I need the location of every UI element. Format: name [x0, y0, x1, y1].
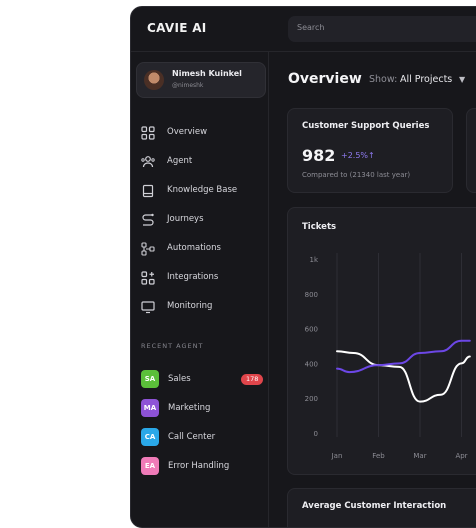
recent-agent-marketing[interactable]: MA Marketing [141, 399, 266, 419]
kpi-title: Customer Support Queries [302, 121, 430, 131]
agent-label: Sales [168, 374, 191, 384]
grid-icon [141, 126, 155, 140]
sidebar: Nimesh Kuinkel @nimeshk Overview Agent K… [131, 52, 269, 527]
y-tick-label: 600 [305, 326, 318, 334]
kpi-change: +2.5%↑ [341, 151, 375, 160]
y-tick-label: 200 [305, 395, 318, 403]
sidebar-item-knowledge-base[interactable]: Knowledge Base [141, 182, 261, 200]
agent-badge: EA [141, 457, 159, 475]
series-line-0 [336, 350, 471, 403]
recent-agent-heading: RECENT AGENT [141, 342, 204, 350]
search-placeholder: Search [297, 23, 325, 32]
project-filter-select[interactable]: All Projects [400, 74, 452, 85]
interaction-card-title: Average Customer Interaction [302, 501, 447, 511]
book-icon [142, 184, 154, 198]
main-content: Overview Show: All Projects ▼ Customer S… [269, 52, 476, 527]
agent-icon [141, 156, 155, 168]
show-label: Show: [369, 74, 398, 85]
agent-badge: SA [141, 370, 159, 388]
y-tick-label: 0 [314, 430, 318, 438]
series-line-1 [336, 339, 471, 374]
x-tick-label: Mar [413, 452, 426, 460]
y-tick-label: 800 [305, 291, 318, 299]
sidebar-item-label: Integrations [167, 272, 219, 282]
chevron-down-icon[interactable]: ▼ [459, 75, 465, 84]
tickets-chart: 1k 800 600 400 200 0 Jan Feb Mar Apr [305, 253, 471, 460]
sidebar-item-journeys[interactable]: Journeys [141, 211, 261, 229]
y-tick-label: 400 [305, 360, 318, 368]
sidebar-item-label: Automations [167, 243, 221, 253]
app-logo: CAVIE AI [147, 21, 207, 35]
app-window: CAVIE AI Search Nimesh Kuinkel @nimeshk … [130, 6, 476, 528]
flow-icon [141, 242, 155, 256]
search-input[interactable]: Search [288, 16, 476, 42]
sidebar-item-label: Monitoring [167, 301, 213, 311]
agent-label: Error Handling [168, 461, 230, 471]
user-card[interactable]: Nimesh Kuinkel @nimeshk [136, 62, 266, 98]
sidebar-item-label: Knowledge Base [167, 185, 238, 195]
agent-label: Marketing [168, 403, 211, 413]
recent-agent-call-center[interactable]: CA Call Center [141, 428, 266, 448]
sidebar-item-label: Overview [167, 127, 208, 137]
tickets-chart-card: Tickets 1k 800 600 400 200 0 Jan Feb Mar Apr [287, 207, 476, 475]
sidebar-item-integrations[interactable]: Integrations [141, 269, 261, 287]
page-title: Overview [288, 71, 362, 87]
avatar [144, 70, 164, 90]
kpi-subtitle: Compared to (21340 last year) [302, 171, 411, 179]
monitor-icon [141, 301, 155, 314]
sidebar-item-label: Agent [167, 156, 193, 166]
kpi-card: Customer Support Queries 982 +2.5%↑ Comp… [287, 108, 453, 193]
x-tick-label: Apr [455, 452, 467, 460]
x-tick-label: Jan [331, 452, 343, 460]
integrations-icon [141, 271, 155, 285]
agent-label: Call Center [168, 432, 216, 442]
user-name: Nimesh Kuinkel [172, 69, 242, 78]
y-tick-label: 1k [309, 256, 318, 264]
journey-icon [142, 213, 154, 226]
agent-badge: MA [141, 399, 159, 417]
kpi-card-secondary [466, 108, 476, 193]
agent-count-badge: 178 [241, 374, 264, 385]
interaction-card: Average Customer Interaction [287, 488, 476, 527]
top-bar: CAVIE AI Search [131, 7, 476, 51]
agent-badge: CA [141, 428, 159, 446]
sidebar-item-agent[interactable]: Agent [141, 153, 261, 171]
recent-agent-sales[interactable]: SA Sales 178 [141, 370, 266, 390]
sidebar-item-automations[interactable]: Automations [141, 240, 261, 258]
user-handle: @nimeshk [172, 82, 204, 89]
x-tick-label: Feb [372, 452, 385, 460]
sidebar-item-monitoring[interactable]: Monitoring [141, 298, 261, 316]
sidebar-item-overview[interactable]: Overview [141, 124, 261, 142]
sidebar-item-label: Journeys [167, 214, 204, 224]
recent-agent-error-handling[interactable]: EA Error Handling [141, 457, 266, 477]
kpi-value: 982 [302, 146, 336, 165]
